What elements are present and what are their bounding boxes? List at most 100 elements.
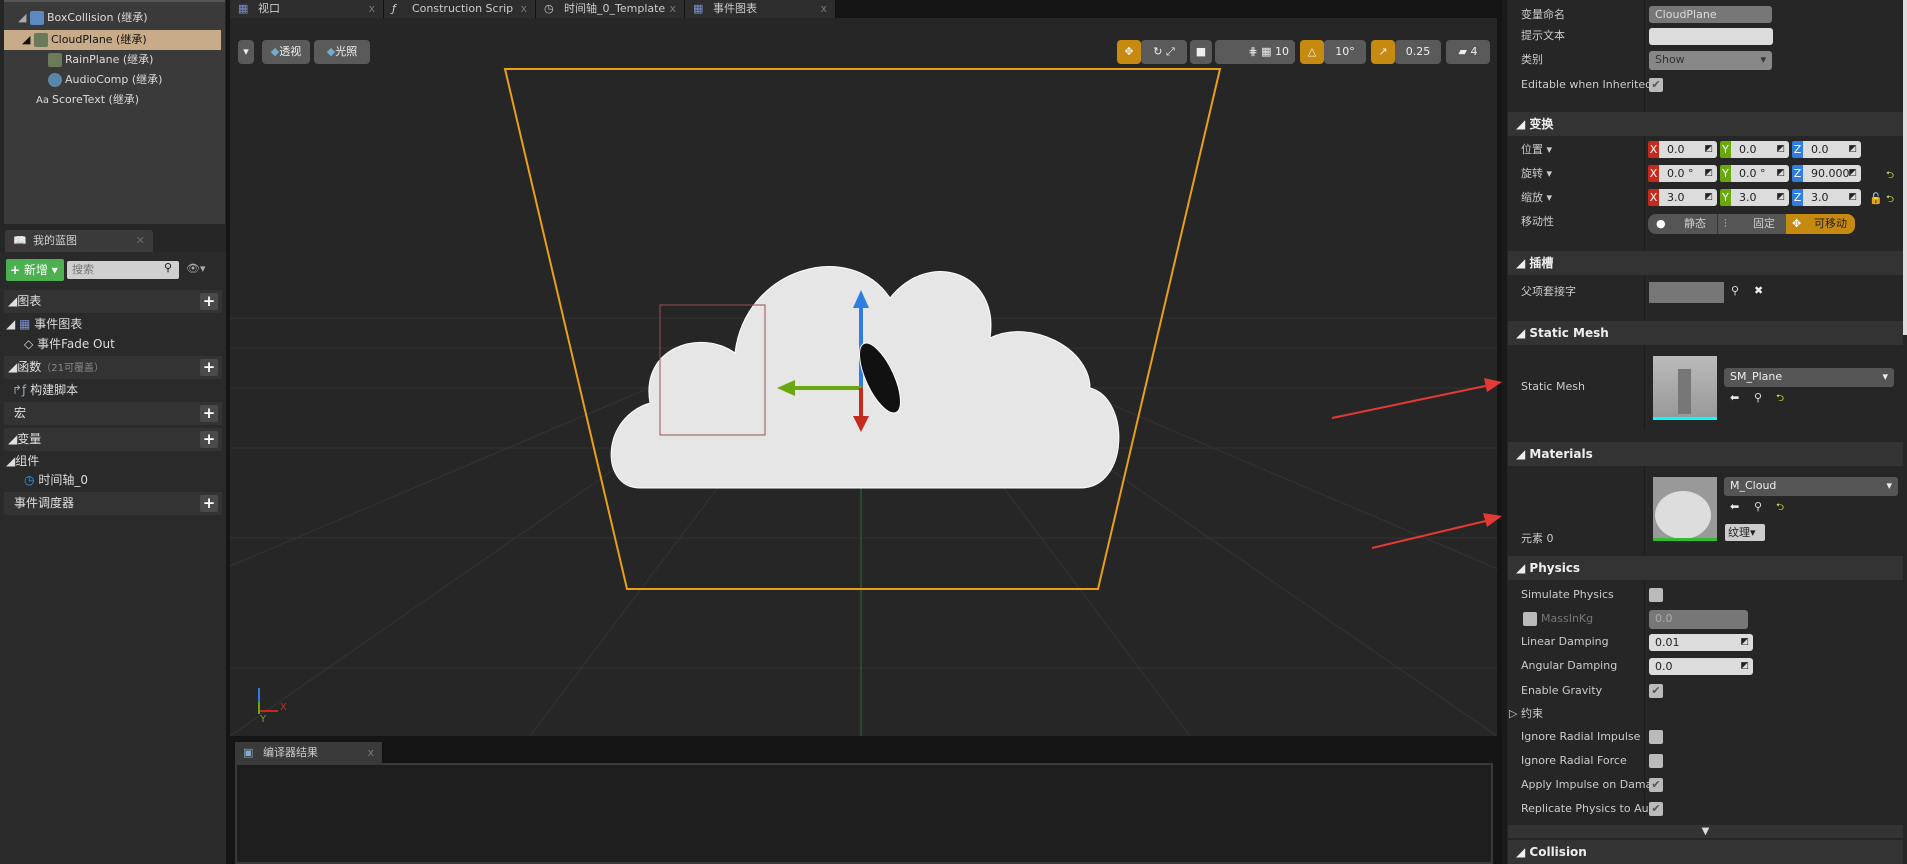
category-dropdown[interactable]: Show ▾ (1649, 51, 1772, 70)
editable-checkbox[interactable]: ✔ (1649, 78, 1663, 92)
list-item-timeline[interactable]: ◷ 时间轴_0 (24, 470, 88, 490)
constraints-expander[interactable]: ▷ 约束 (1509, 702, 1543, 726)
camera-speed-button[interactable]: ▰ 4 (1446, 40, 1490, 64)
drag-icon[interactable]: ◩ (1848, 165, 1857, 182)
parent-socket-field[interactable] (1649, 282, 1724, 303)
texture-button[interactable]: 纹理▾ (1725, 524, 1765, 541)
location-x-input[interactable]: 0.0 ◩ (1659, 141, 1717, 158)
section-static-mesh[interactable]: ◢ Static Mesh (1508, 321, 1903, 345)
tab-viewport[interactable]: ▦ 视口 x (230, 0, 384, 18)
section-functions[interactable]: ◢函数（21可覆盖） + (4, 356, 222, 379)
add-variable-button[interactable]: + (200, 431, 218, 448)
physics-checkbox[interactable] (1649, 754, 1663, 768)
rotation-label[interactable]: 旋转 ▾ (1521, 162, 1552, 186)
drag-icon[interactable]: ◩ (1776, 189, 1785, 206)
add-graph-button[interactable]: + (200, 293, 218, 310)
physics-checkbox[interactable]: ✔ (1649, 778, 1663, 792)
tab-construction-script[interactable]: ƒ Construction Scrip x (384, 0, 536, 18)
lock-icon[interactable]: 🔓 (1869, 192, 1883, 205)
close-icon[interactable]: ✕ (136, 230, 145, 252)
reset-icon[interactable]: ⮌ (1886, 168, 1894, 185)
tree-item-scoretext[interactable]: Aa ScoreText (继承) (36, 90, 139, 110)
var-name-input[interactable]: CloudPlane (1649, 6, 1772, 23)
scale-label[interactable]: 缩放 ▾ (1521, 186, 1552, 210)
section-variables[interactable]: ◢变量 + (4, 428, 222, 451)
world-local-button[interactable]: ■ (1190, 40, 1212, 64)
close-icon[interactable]: x (368, 0, 375, 18)
lit-button[interactable]: ◆光照 (314, 40, 370, 64)
static-mesh-dropdown[interactable]: SM_Plane ▾ (1724, 368, 1894, 387)
grid-snap-button[interactable]: ⋕ ▦ 10 (1215, 40, 1295, 64)
tree-item-audiocomp[interactable]: AudioComp (继承) (48, 70, 162, 90)
rotate-scale-tools[interactable]: ↻ ⤢ (1141, 40, 1187, 64)
section-dispatchers[interactable]: 事件调度器 + (4, 492, 222, 515)
physics-checkbox[interactable] (1649, 730, 1663, 744)
material-thumbnail[interactable] (1653, 477, 1717, 541)
section-macros[interactable]: 宏 + (4, 402, 222, 425)
browse-icon[interactable]: ⚲ (1754, 500, 1762, 513)
search-icon[interactable]: ⚲ (164, 261, 172, 274)
use-selected-icon[interactable]: ⬅ (1730, 391, 1739, 404)
physics-value-input[interactable]: 0.01 ◩ (1649, 634, 1753, 651)
mobility-movable[interactable]: ✥ 可移动 (1786, 214, 1855, 234)
section-sockets[interactable]: ◢ 插槽 (1508, 251, 1903, 275)
scale-snap-toggle[interactable]: ↗ (1371, 40, 1395, 64)
tab-event-graph[interactable]: ▦ 事件图表 x (685, 0, 836, 18)
mesh-thumbnail[interactable] (1653, 356, 1717, 420)
tree-item-boxcollision[interactable]: ◢ BoxCollision (继承) (18, 8, 148, 28)
mobility-static[interactable]: ● 静态 (1648, 214, 1716, 234)
drag-icon[interactable]: ◩ (1848, 189, 1857, 206)
reset-icon[interactable]: ⮌ (1886, 192, 1894, 209)
section-collision[interactable]: ◢ Collision (1508, 840, 1903, 864)
mass-override-checkbox[interactable] (1523, 612, 1537, 626)
drag-icon[interactable]: ◩ (1848, 141, 1857, 158)
reset-icon[interactable]: ⮌ (1776, 500, 1784, 517)
tree-item-cloudplane[interactable]: ◢ CloudPlane (继承) (4, 30, 221, 50)
drag-icon[interactable]: ◩ (1776, 141, 1785, 158)
location-label[interactable]: 位置 ▾ (1521, 138, 1552, 162)
list-item-construction-script[interactable]: ↱ƒ 构建脚本 (12, 380, 78, 400)
close-icon[interactable]: x (520, 0, 527, 18)
rotation-snap-value[interactable]: 10° (1324, 40, 1366, 64)
add-dispatcher-button[interactable]: + (200, 495, 218, 512)
close-icon[interactable]: x (669, 0, 676, 18)
scale-snap-value[interactable]: 0.25 (1395, 40, 1441, 64)
scrollbar[interactable] (1903, 0, 1907, 335)
material-dropdown[interactable]: M_Cloud ▾ (1724, 477, 1898, 496)
tree-item-rainplane[interactable]: RainPlane (继承) (48, 50, 153, 70)
location-z-input[interactable]: 0.0 ◩ (1803, 141, 1861, 158)
eye-icon[interactable]: 👁▾ (186, 262, 206, 275)
section-graphs[interactable]: ◢图表 + (4, 290, 222, 313)
location-y-input[interactable]: 0.0 ◩ (1731, 141, 1789, 158)
viewport[interactable]: ▾ ◆透视 ◆光照 ✥ ↻ ⤢ ■ ⋕ ▦ 10 △ 10° ↗ 0.25 ▰ … (230, 18, 1497, 736)
rotation-snap-toggle[interactable]: △ (1300, 40, 1324, 64)
reset-icon[interactable]: ⮌ (1776, 391, 1784, 408)
rotation-z-input[interactable]: 90.000° ◩ (1803, 165, 1861, 182)
close-icon[interactable]: x (820, 0, 827, 18)
add-function-button[interactable]: + (200, 359, 218, 376)
physics-checkbox[interactable]: ✔ (1649, 684, 1663, 698)
section-materials[interactable]: ◢ Materials (1508, 442, 1903, 466)
physics-checkbox[interactable] (1649, 588, 1663, 602)
clear-icon[interactable]: ✖ (1754, 284, 1763, 297)
section-transform[interactable]: ◢ 变换 (1508, 112, 1903, 136)
search-input[interactable] (67, 261, 179, 279)
scale-z-input[interactable]: 3.0 ◩ (1803, 189, 1861, 206)
perspective-button[interactable]: ◆透视 (262, 40, 310, 64)
tab-my-blueprint[interactable]: 📖 我的蓝图 ✕ (5, 230, 153, 252)
scale-x-input[interactable]: 3.0 ◩ (1659, 189, 1717, 206)
translate-tool-button[interactable]: ✥ (1117, 40, 1141, 64)
rotation-x-input[interactable]: 0.0 ° ◩ (1659, 165, 1717, 182)
tooltip-input[interactable] (1649, 28, 1773, 45)
drag-icon[interactable]: ◩ (1776, 165, 1785, 182)
scale-y-input[interactable]: 3.0 ◩ (1731, 189, 1789, 206)
section-physics[interactable]: ◢ Physics (1508, 556, 1903, 580)
tab-timeline[interactable]: ◷ 时间轴_0_Template x (536, 0, 685, 18)
search-icon[interactable]: ⚲ (1731, 284, 1739, 297)
viewport-options-button[interactable]: ▾ (238, 40, 254, 64)
add-new-button[interactable]: + 新增 ▾ (6, 259, 64, 281)
drag-icon[interactable]: ◩ (1704, 141, 1713, 158)
mobility-stationary[interactable]: ⫶ 固定 (1717, 214, 1785, 234)
drag-icon[interactable]: ◩ (1704, 189, 1713, 206)
close-icon[interactable]: x (367, 742, 374, 763)
